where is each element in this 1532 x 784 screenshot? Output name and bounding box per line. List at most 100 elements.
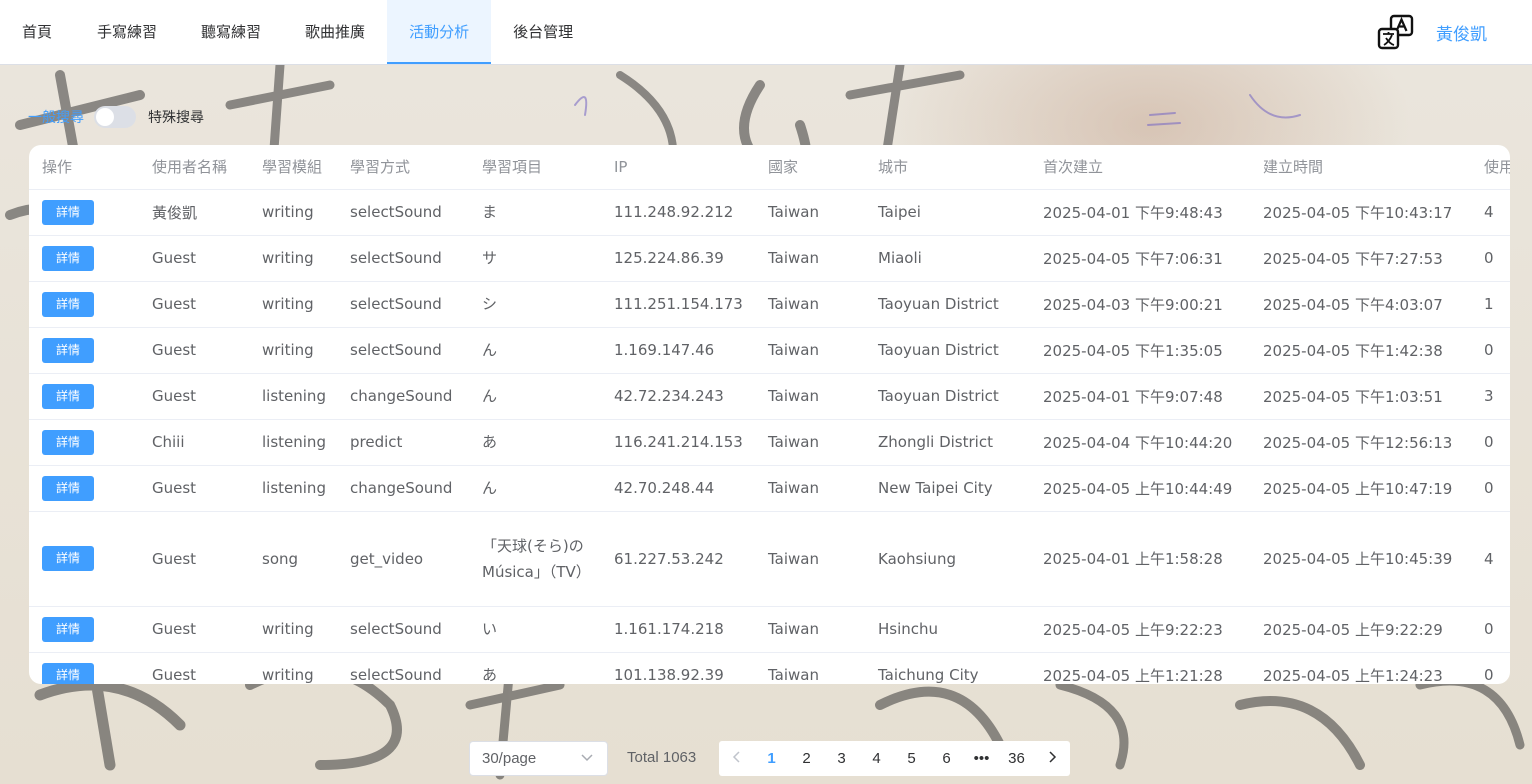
menu-item-admin[interactable]: 後台管理 [491, 0, 595, 64]
cell-action: 詳情 [29, 652, 139, 684]
page-button-2[interactable]: 2 [789, 741, 824, 776]
cell-ip: 1.169.147.46 [601, 327, 755, 374]
prev-page-button[interactable] [719, 741, 754, 776]
chevron-down-icon [581, 742, 593, 784]
menu-item-home[interactable]: 首頁 [0, 0, 75, 64]
cell-module: listening [249, 373, 337, 420]
cell-ip: 125.224.86.39 [601, 235, 755, 282]
col-header-country: 國家 [755, 145, 865, 190]
chevron-right-icon [1048, 751, 1056, 763]
page-size-select[interactable]: 30/page [469, 741, 608, 776]
table-row: 詳情 Guest writing selectSound い 1.161.174.218 T… [29, 606, 1510, 653]
cell-created-time: 2025-04-05 下午1:42:38 [1250, 327, 1471, 374]
detail-button[interactable]: 詳情 [42, 662, 94, 684]
page-button-5[interactable]: 5 [894, 741, 929, 776]
cell-created-time: 2025-04-05 下午10:43:17 [1250, 189, 1471, 236]
cell-method: selectSound [337, 327, 469, 374]
detail-button[interactable]: 詳情 [42, 199, 94, 225]
col-header-module: 學習模組 [249, 145, 337, 190]
page-size-value: 30/page [482, 750, 537, 767]
page-button-4[interactable]: 4 [859, 741, 894, 776]
cell-method: selectSound [337, 652, 469, 684]
cell-first-created: 2025-04-05 下午1:35:05 [1030, 327, 1250, 374]
next-page-button[interactable] [1034, 741, 1069, 776]
normal-search-label[interactable]: 一般搜尋 [28, 107, 84, 127]
col-header-action: 操作 [29, 145, 139, 190]
cell-method: changeSound [337, 465, 469, 512]
col-header-ip: IP [601, 145, 755, 190]
detail-button[interactable]: 詳情 [42, 245, 94, 271]
cell-item: ん [469, 465, 601, 512]
cell-created-time: 2025-04-05 上午9:22:29 [1250, 606, 1471, 653]
menu-item-song-promotion[interactable]: 歌曲推廣 [283, 0, 387, 64]
cell-username: Guest [139, 511, 249, 607]
cell-username: Guest [139, 281, 249, 328]
detail-button[interactable]: 詳情 [42, 291, 94, 317]
col-header-method: 學習方式 [337, 145, 469, 190]
menu-item-activity-analysis[interactable]: 活動分析 [387, 0, 492, 64]
cell-ip: 42.70.248.44 [601, 465, 755, 512]
search-toggle[interactable] [94, 106, 136, 128]
detail-button[interactable]: 詳情 [42, 475, 94, 501]
cell-method: selectSound [337, 606, 469, 653]
cell-first-created: 2025-04-01 下午9:07:48 [1030, 373, 1250, 420]
cell-item: ん [469, 373, 601, 420]
cell-first-created: 2025-04-04 下午10:44:20 [1030, 419, 1250, 466]
page-button-1[interactable]: 1 [754, 741, 789, 776]
cell-module: writing [249, 606, 337, 653]
chevron-left-icon [732, 751, 740, 763]
cell-first-created: 2025-04-01 上午1:58:28 [1030, 511, 1250, 607]
cell-method: selectSound [337, 189, 469, 236]
col-header-first-created: 首次建立 [1030, 145, 1250, 190]
menu-item-dictation-practice[interactable]: 聽寫練習 [179, 0, 283, 64]
menu-item-handwriting-practice[interactable]: 手寫練習 [75, 0, 179, 64]
page-button-36[interactable]: 36 [999, 741, 1034, 776]
detail-button[interactable]: 詳情 [42, 383, 94, 409]
cell-ip: 101.138.92.39 [601, 652, 755, 684]
cell-usage: 1 [1471, 281, 1510, 328]
cell-ip: 111.248.92.212 [601, 189, 755, 236]
col-header-city: 城市 [865, 145, 1030, 190]
cell-city: Taichung City [865, 652, 1030, 684]
cell-action: 詳情 [29, 281, 139, 328]
cell-country: Taiwan [755, 327, 865, 374]
toggle-knob [96, 108, 114, 126]
search-mode-switch: 一般搜尋 特殊搜尋 [28, 105, 204, 129]
cell-ip: 42.72.234.243 [601, 373, 755, 420]
cell-usage: 0 [1471, 419, 1510, 466]
more-pages-ellipsis[interactable]: ••• [964, 741, 999, 776]
cell-method: selectSound [337, 281, 469, 328]
cell-module: listening [249, 465, 337, 512]
cell-country: Taiwan [755, 281, 865, 328]
detail-button[interactable]: 詳情 [42, 337, 94, 363]
detail-button[interactable]: 詳情 [42, 616, 94, 642]
total-count: Total 1063 [627, 749, 697, 766]
cell-username: Guest [139, 373, 249, 420]
cell-module: writing [249, 327, 337, 374]
detail-button[interactable]: 詳情 [42, 546, 94, 571]
cell-ip: 111.251.154.173 [601, 281, 755, 328]
cell-username: Guest [139, 327, 249, 374]
translate-icon[interactable] [1376, 14, 1416, 52]
page-button-6[interactable]: 6 [929, 741, 964, 776]
cell-username: Chiii [139, 419, 249, 466]
cell-created-time: 2025-04-05 下午4:03:07 [1250, 281, 1471, 328]
cell-module: listening [249, 419, 337, 466]
cell-first-created: 2025-04-05 上午9:22:23 [1030, 606, 1250, 653]
username-link[interactable]: 黃俊凱 [1436, 20, 1487, 45]
detail-button[interactable]: 詳情 [42, 429, 94, 455]
col-header-usage: 使用 [1471, 145, 1510, 190]
cell-country: Taiwan [755, 235, 865, 282]
cell-usage: 4 [1471, 189, 1510, 236]
cell-method: get_video [337, 511, 469, 607]
col-header-item: 學習項目 [469, 145, 601, 190]
cell-country: Taiwan [755, 606, 865, 653]
cell-module: writing [249, 189, 337, 236]
page-button-3[interactable]: 3 [824, 741, 859, 776]
cell-action: 詳情 [29, 511, 139, 607]
special-search-label[interactable]: 特殊搜尋 [148, 107, 204, 127]
cell-usage: 0 [1471, 652, 1510, 684]
cell-username: Guest [139, 465, 249, 512]
table-row: 詳情 Guest listening changeSound ん 42.72.234.24… [29, 373, 1510, 420]
cell-city: Zhongli District [865, 419, 1030, 466]
